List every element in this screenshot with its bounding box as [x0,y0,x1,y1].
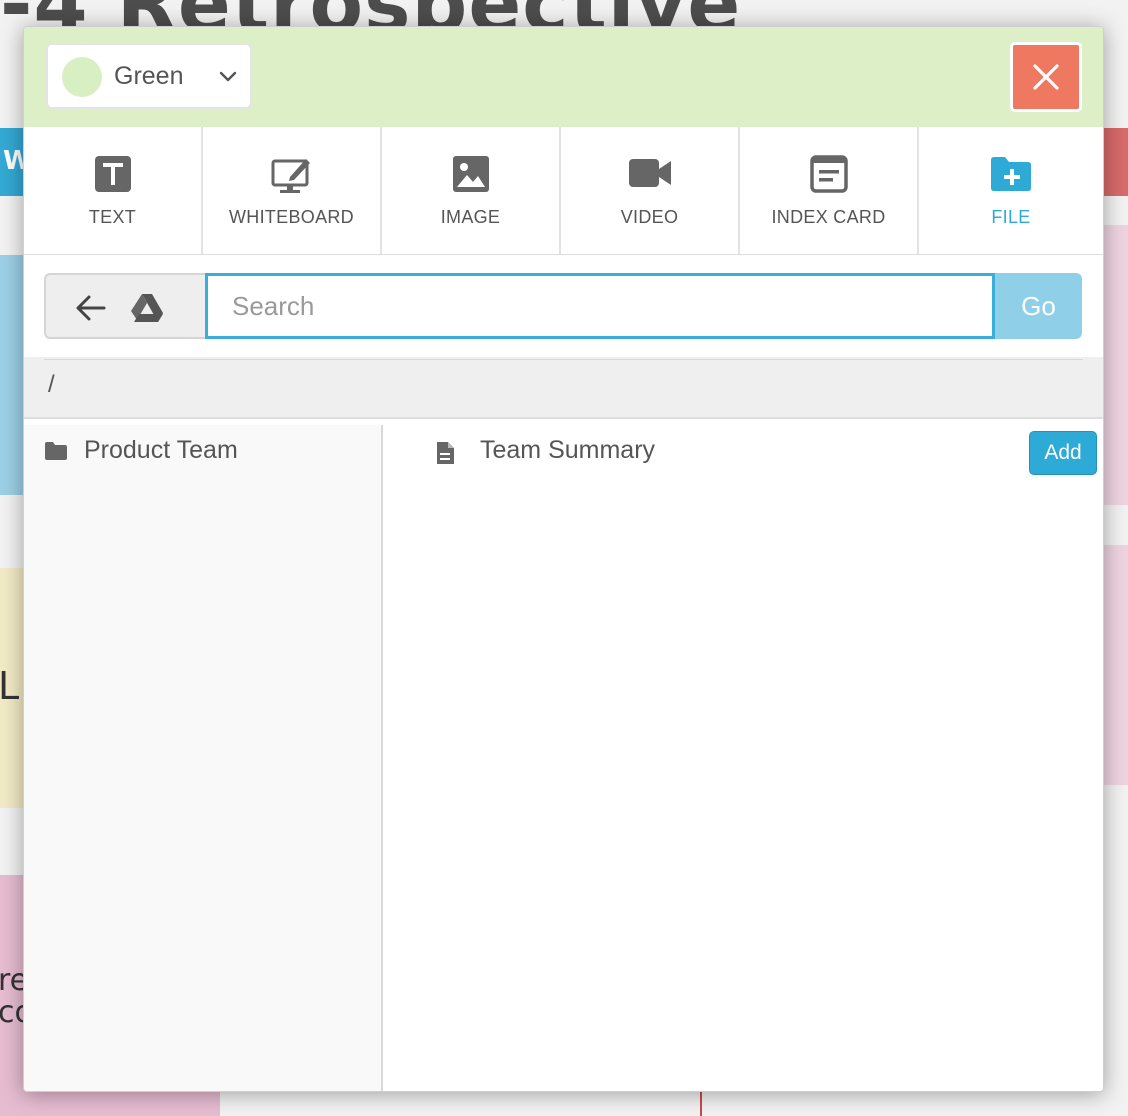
chevron-down-icon [219,71,237,82]
modal-header: Green [24,27,1103,127]
folder-list: Product Team [24,425,383,1091]
tool-label: FILE [991,207,1031,227]
folder-name: Product Team [84,436,238,464]
color-selector-label: Green [114,62,184,90]
video-icon [628,159,671,187]
tool-label: WHITEBOARD [228,207,354,227]
divider [44,359,1083,360]
tool-video[interactable]: VIDEO [561,127,740,254]
add-content-modal: Green TEXT WHITEBOARD IMAGE VIDEO INDEX … [23,26,1104,1092]
tool-text[interactable]: TEXT [24,127,203,254]
folder-icon [45,442,67,460]
tool-label: VIDEO [620,207,679,227]
document-icon [437,442,454,464]
content-type-toolbar: TEXT WHITEBOARD IMAGE VIDEO INDEX CARD F… [24,127,1103,255]
google-drive-icon[interactable] [130,291,164,325]
current-path: / [48,371,55,398]
folder-plus-icon [991,157,1031,191]
go-button[interactable]: Go [995,273,1082,339]
close-button[interactable] [1010,42,1082,112]
color-selector[interactable]: Green [46,43,252,109]
add-file-button[interactable]: Add [1029,431,1097,475]
file-list: Team Summary Add [385,425,1103,1091]
board-divider [700,1090,702,1116]
tool-image[interactable]: IMAGE [382,127,561,254]
tool-label: IMAGE [440,207,501,227]
file-name: Team Summary [480,436,656,464]
image-icon [452,156,489,192]
color-swatch [62,57,102,97]
tool-file[interactable]: FILE [919,127,1103,254]
whiteboard-icon [271,159,310,193]
board-card [1100,545,1128,785]
tool-whiteboard[interactable]: WHITEBOARD [203,127,382,254]
breadcrumb: / [24,357,1103,419]
arrow-left-icon[interactable] [74,291,108,325]
tool-label: TEXT [88,207,137,227]
board-card [1100,225,1128,505]
close-icon [1033,64,1059,90]
search-row: Go [44,273,1082,341]
tool-index-card[interactable]: INDEX CARD [740,127,919,254]
card-text: L [0,664,20,708]
index-card-icon [809,155,848,193]
tool-label: INDEX CARD [771,207,886,227]
search-input[interactable] [205,273,995,339]
navigation-controls [44,273,208,339]
text-icon [94,156,131,192]
